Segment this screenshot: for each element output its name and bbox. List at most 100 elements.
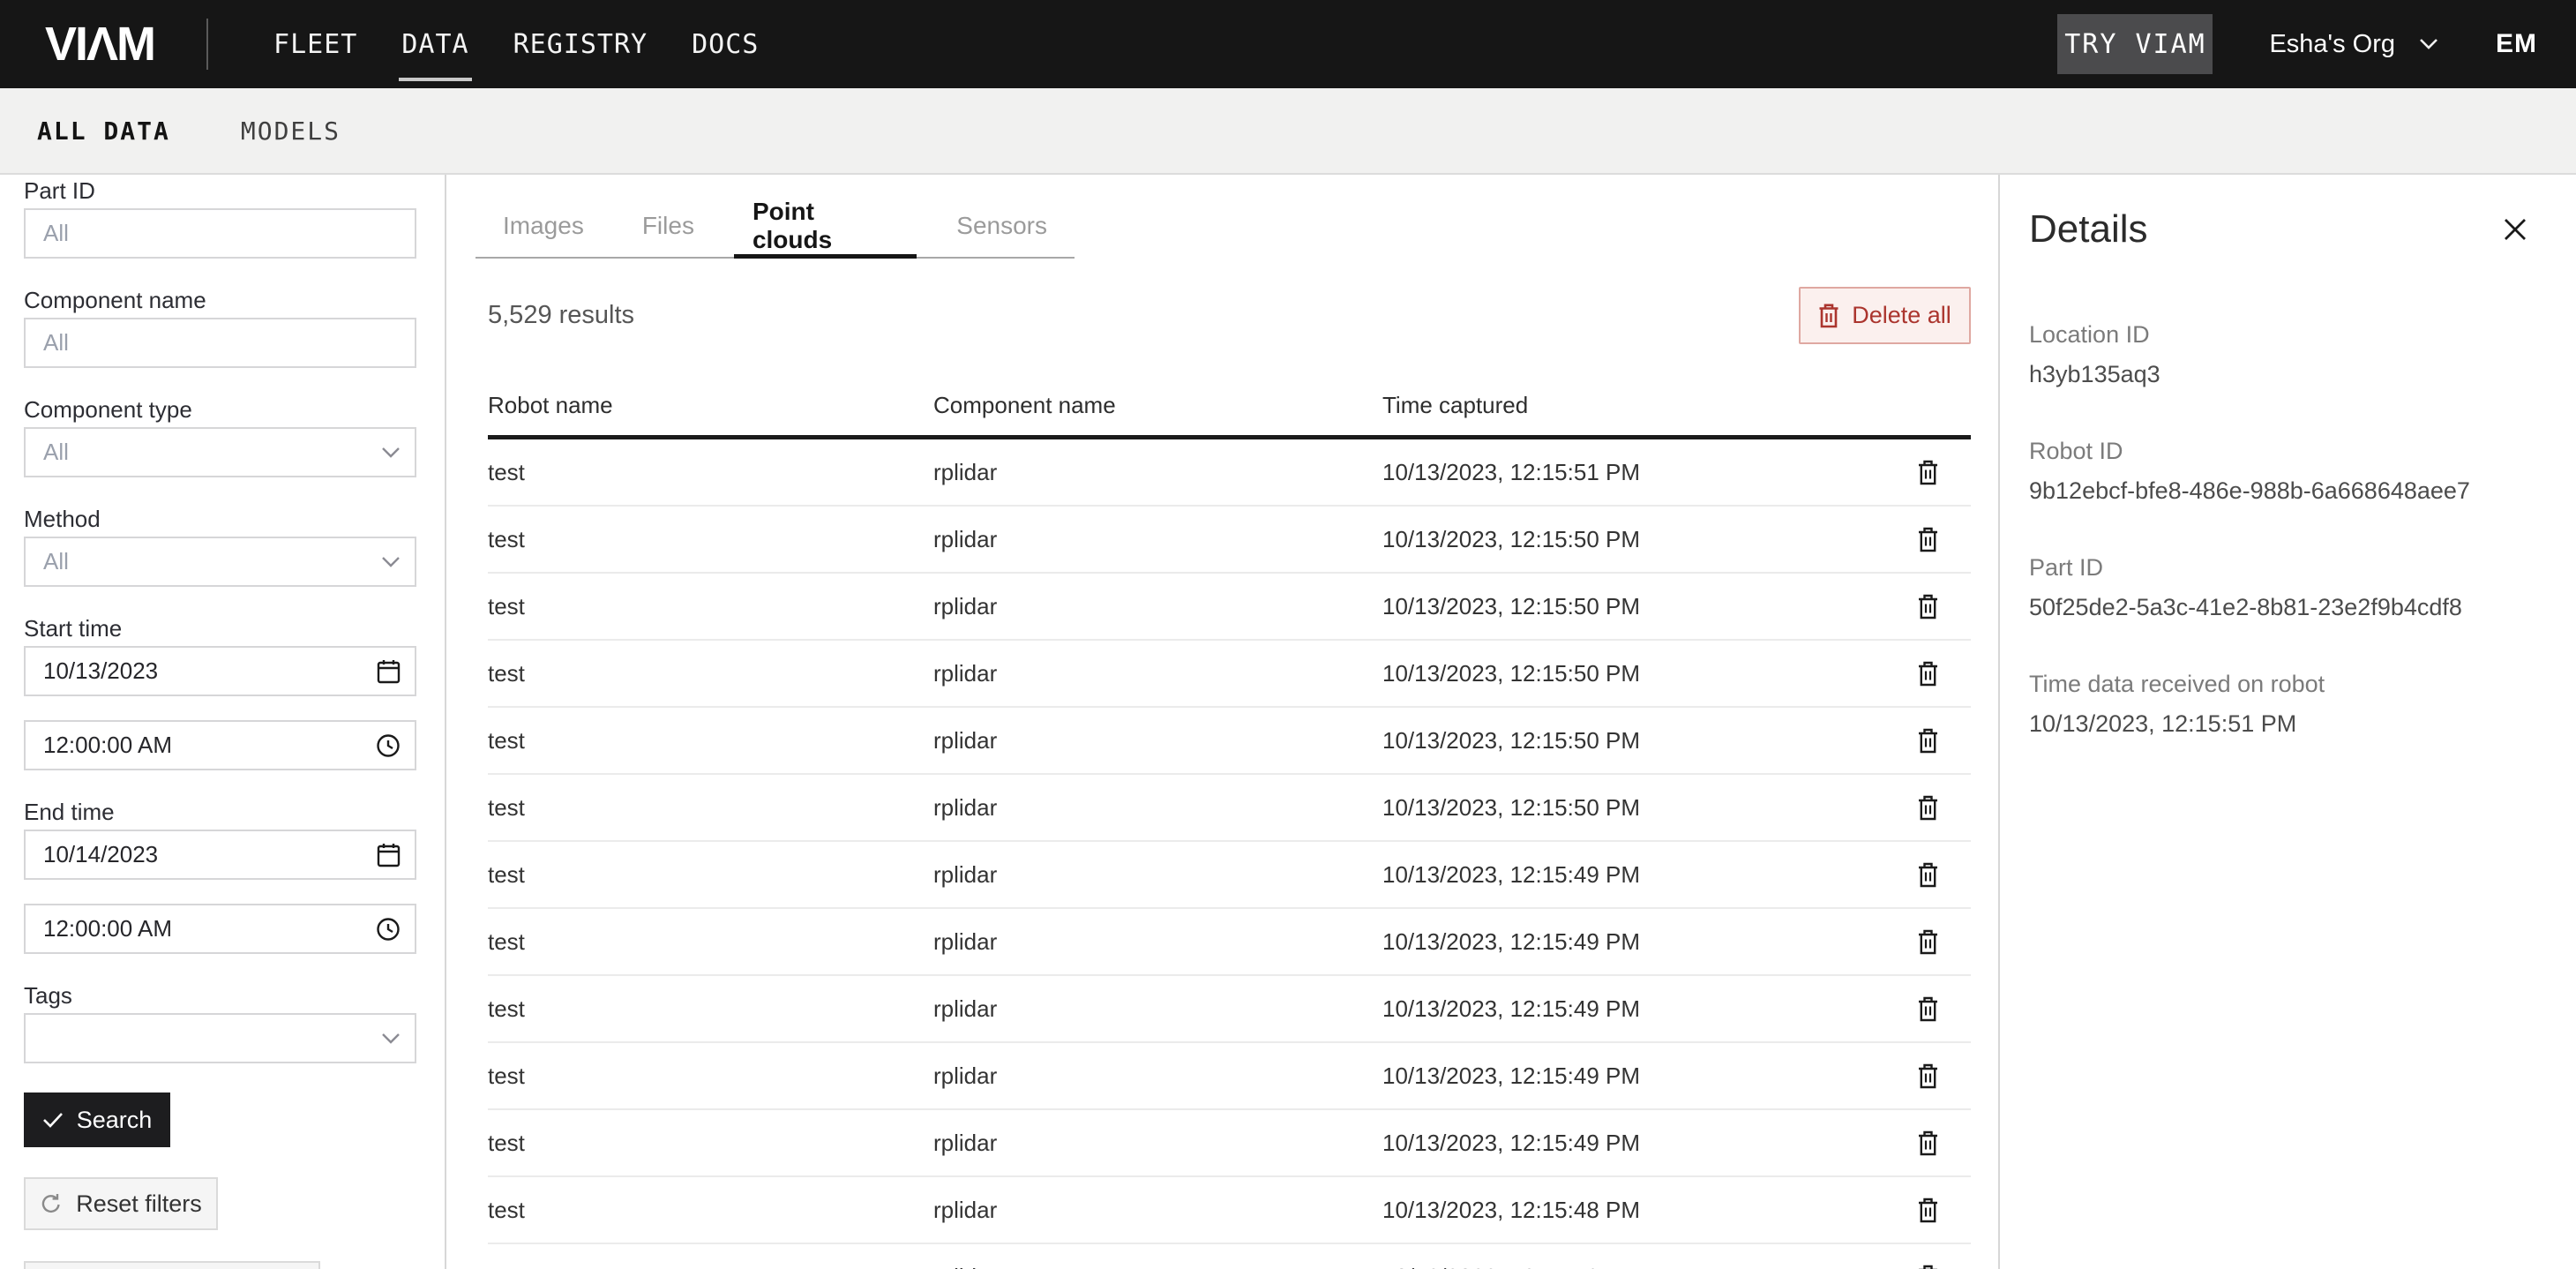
reset-filters-button[interactable]: Reset filters bbox=[24, 1177, 218, 1230]
row-delete-button[interactable] bbox=[1918, 728, 1938, 754]
search-button[interactable]: Search bbox=[24, 1093, 170, 1147]
delete-all-button[interactable]: Delete all bbox=[1799, 287, 1971, 344]
row-delete-button[interactable] bbox=[1918, 996, 1938, 1022]
table-row[interactable]: test rplidar 10/13/2023, 12:15:48 PM bbox=[488, 1244, 1971, 1269]
row-delete-button[interactable] bbox=[1918, 1198, 1938, 1223]
details-field-value: 50f25de2-5a3c-41e2-8b81-23e2f9b4cdf8 bbox=[2029, 594, 2528, 621]
cell-time-captured: 10/13/2023, 12:15:50 PM bbox=[1382, 526, 1918, 553]
trash-icon bbox=[1918, 862, 1938, 888]
table-header: Robot name Component name Time captured bbox=[488, 376, 1971, 439]
chevron-down-icon bbox=[381, 556, 401, 568]
table-row[interactable]: test rplidar 10/13/2023, 12:15:49 PM bbox=[488, 842, 1971, 909]
copy-export-command-button[interactable]: Copy export command bbox=[24, 1261, 320, 1269]
start-date-input[interactable]: 10/13/2023 bbox=[24, 646, 416, 696]
details-field-value: h3yb135aq3 bbox=[2029, 361, 2528, 388]
row-delete-button[interactable] bbox=[1918, 1130, 1938, 1156]
trash-icon bbox=[1918, 795, 1938, 821]
tags-label: Tags bbox=[24, 983, 416, 1008]
cell-robot-name: test bbox=[488, 660, 933, 687]
details-title: Details bbox=[2029, 207, 2148, 252]
cell-time-captured: 10/13/2023, 12:15:50 PM bbox=[1382, 794, 1918, 822]
details-field-label: Part ID bbox=[2029, 554, 2528, 582]
details-field-label: Robot ID bbox=[2029, 438, 2528, 465]
end-date-input[interactable]: 10/14/2023 bbox=[24, 830, 416, 880]
tab-files[interactable]: Files bbox=[624, 192, 713, 259]
details-field: Location ID h3yb135aq3 bbox=[2029, 321, 2528, 388]
table-row[interactable]: test rplidar 10/13/2023, 12:15:49 PM bbox=[488, 976, 1971, 1043]
component-type-value: All bbox=[43, 439, 69, 466]
subnav: ALL DATA MODELS bbox=[0, 88, 2576, 175]
part-id-input[interactable] bbox=[24, 208, 416, 259]
details-panel: Details Location ID h3yb135aq3 Robot ID … bbox=[1998, 175, 2576, 1269]
cell-time-captured: 10/13/2023, 12:15:51 PM bbox=[1382, 459, 1918, 486]
tags-select[interactable] bbox=[24, 1013, 416, 1063]
end-time-value: 12:00:00 AM bbox=[43, 915, 172, 942]
cell-component-name: rplidar bbox=[933, 928, 1382, 956]
method-value: All bbox=[43, 548, 69, 575]
table-row[interactable]: test rplidar 10/13/2023, 12:15:49 PM bbox=[488, 1043, 1971, 1110]
table-body: test rplidar 10/13/2023, 12:15:51 PM tes… bbox=[488, 439, 1971, 1269]
details-field-value: 9b12ebcf-bfe8-486e-988b-6a668648aee7 bbox=[2029, 477, 2528, 505]
table-row[interactable]: test rplidar 10/13/2023, 12:15:49 PM bbox=[488, 909, 1971, 976]
row-delete-button[interactable] bbox=[1918, 661, 1938, 687]
row-delete-button[interactable] bbox=[1918, 929, 1938, 955]
refresh-icon bbox=[40, 1192, 63, 1215]
nav-item-data[interactable]: DATA bbox=[401, 29, 468, 60]
tab-models[interactable]: MODELS bbox=[241, 116, 341, 146]
table-row[interactable]: test rplidar 10/13/2023, 12:15:51 PM bbox=[488, 439, 1971, 507]
start-time-input[interactable]: 12:00:00 AM bbox=[24, 720, 416, 770]
check-icon bbox=[42, 1111, 64, 1129]
component-name-input[interactable] bbox=[24, 318, 416, 368]
table-row[interactable]: test rplidar 10/13/2023, 12:15:50 PM bbox=[488, 507, 1971, 574]
details-field-value: 10/13/2023, 12:15:51 PM bbox=[2029, 710, 2528, 738]
row-delete-button[interactable] bbox=[1918, 594, 1938, 619]
nav-item-fleet[interactable]: FLEET bbox=[273, 29, 357, 60]
table-row[interactable]: test rplidar 10/13/2023, 12:15:50 PM bbox=[488, 574, 1971, 641]
tab-point-clouds[interactable]: Point clouds bbox=[734, 192, 917, 259]
org-selector[interactable]: Esha's Org bbox=[2269, 30, 2439, 59]
trash-icon bbox=[1918, 661, 1938, 687]
table-row[interactable]: test rplidar 10/13/2023, 12:15:48 PM bbox=[488, 1177, 1971, 1244]
row-delete-button[interactable] bbox=[1918, 795, 1938, 821]
try-viam-button[interactable]: TRY VIAM bbox=[2057, 14, 2213, 74]
part-id-label: Part ID bbox=[24, 178, 416, 203]
tab-images[interactable]: Images bbox=[484, 192, 603, 259]
table-row[interactable]: test rplidar 10/13/2023, 12:15:50 PM bbox=[488, 775, 1971, 842]
row-delete-button[interactable] bbox=[1918, 1265, 1938, 1269]
cell-time-captured: 10/13/2023, 12:15:50 PM bbox=[1382, 660, 1918, 687]
calendar-icon[interactable] bbox=[377, 843, 401, 867]
row-delete-button[interactable] bbox=[1918, 527, 1938, 552]
details-field-label: Time data received on robot bbox=[2029, 671, 2528, 698]
trash-icon bbox=[1918, 929, 1938, 955]
data-type-tabs: Images Files Point clouds Sensors bbox=[476, 175, 1075, 259]
nav-item-registry[interactable]: REGISTRY bbox=[513, 29, 648, 60]
viam-logo[interactable]: VIΛM bbox=[45, 17, 154, 71]
cell-robot-name: test bbox=[488, 727, 933, 755]
nav-item-docs[interactable]: DOCS bbox=[692, 29, 759, 60]
row-delete-button[interactable] bbox=[1918, 1063, 1938, 1089]
table-row[interactable]: test rplidar 10/13/2023, 12:15:49 PM bbox=[488, 1110, 1971, 1177]
column-header-component-name: Component name bbox=[933, 392, 1382, 419]
details-field: Robot ID 9b12ebcf-bfe8-486e-988b-6a66864… bbox=[2029, 438, 2528, 505]
clock-icon[interactable] bbox=[376, 917, 401, 942]
trash-icon bbox=[1918, 460, 1938, 485]
calendar-icon[interactable] bbox=[377, 659, 401, 684]
end-time-input[interactable]: 12:00:00 AM bbox=[24, 904, 416, 954]
component-type-label: Component type bbox=[24, 397, 416, 422]
tab-all-data[interactable]: ALL DATA bbox=[37, 116, 170, 146]
method-select[interactable]: All bbox=[24, 537, 416, 587]
component-type-select[interactable]: All bbox=[24, 427, 416, 477]
cell-component-name: rplidar bbox=[933, 459, 1382, 486]
avatar[interactable]: EM bbox=[2496, 29, 2537, 59]
close-button[interactable] bbox=[2502, 216, 2528, 243]
clock-icon[interactable] bbox=[376, 733, 401, 758]
table-row[interactable]: test rplidar 10/13/2023, 12:15:50 PM bbox=[488, 708, 1971, 775]
row-delete-button[interactable] bbox=[1918, 862, 1938, 888]
primary-nav: FLEET DATA REGISTRY DOCS bbox=[273, 29, 759, 60]
cell-time-captured: 10/13/2023, 12:15:49 PM bbox=[1382, 995, 1918, 1023]
details-header: Details bbox=[2029, 206, 2528, 252]
table-row[interactable]: test rplidar 10/13/2023, 12:15:50 PM bbox=[488, 641, 1971, 708]
close-icon bbox=[2502, 216, 2528, 243]
row-delete-button[interactable] bbox=[1918, 460, 1938, 485]
tab-sensors[interactable]: Sensors bbox=[938, 192, 1066, 259]
